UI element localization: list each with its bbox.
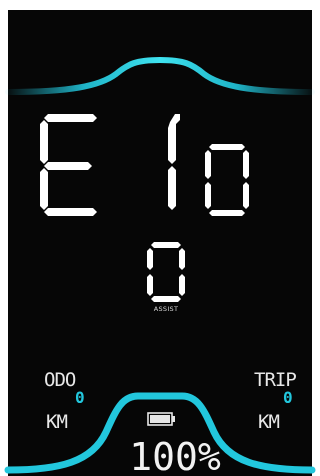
trip-value: 0 <box>283 388 293 407</box>
assist-label: ASSIST <box>154 305 179 313</box>
bike-display: 10 ASSIST ODO 0 KM TRIP 0 KM 100% <box>0 0 320 476</box>
trip-unit: KM <box>258 411 279 433</box>
battery-percent: 100% <box>129 435 221 476</box>
odo-label: ODO <box>44 369 76 391</box>
odo-unit: KM <box>46 411 67 433</box>
odo-value: 0 <box>75 388 85 407</box>
